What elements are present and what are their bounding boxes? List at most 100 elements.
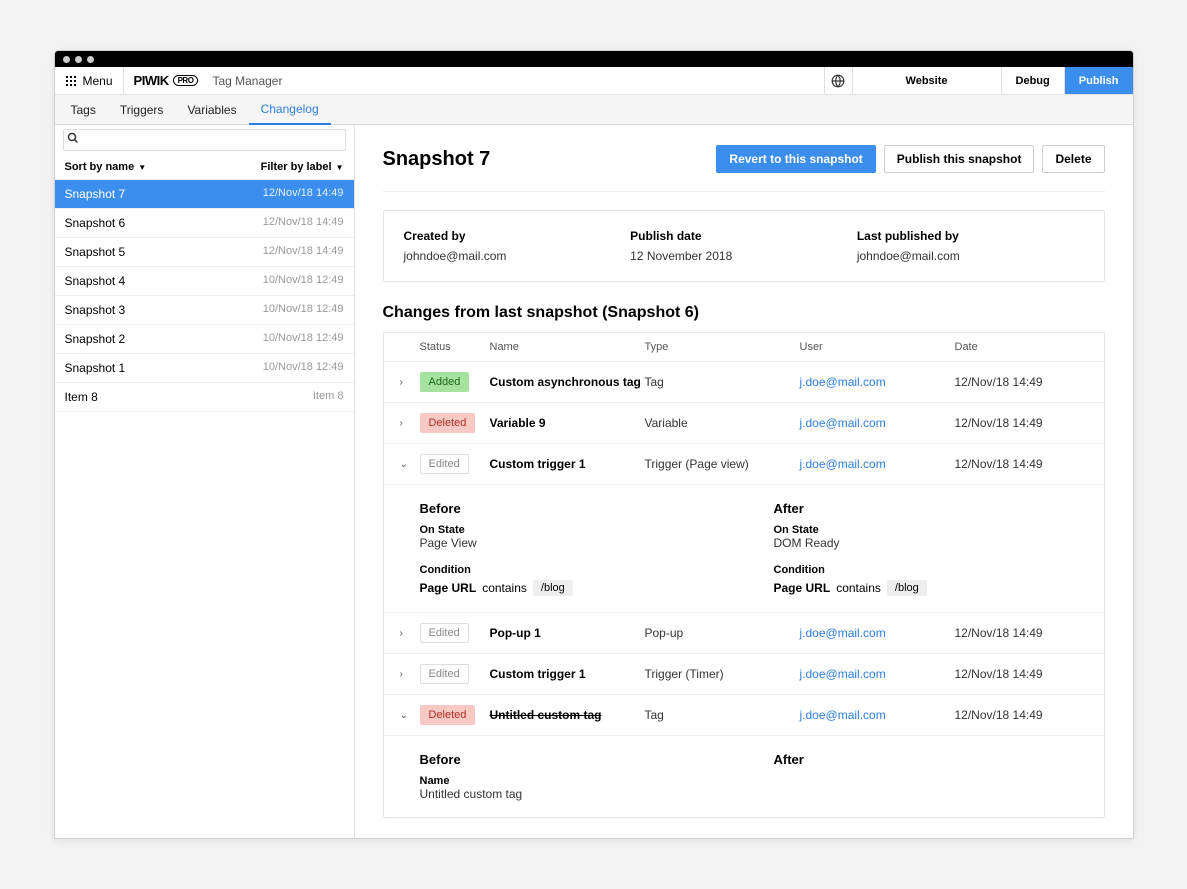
- user-link[interactable]: j.doe@mail.com: [800, 416, 886, 430]
- name-val: Untitled custom tag: [420, 787, 714, 801]
- snapshot-item[interactable]: Snapshot 612/Nov/18 14:49: [55, 209, 354, 238]
- search-input[interactable]: [63, 129, 346, 151]
- brand-main: PIWIK: [134, 73, 169, 88]
- window-min-dot[interactable]: [75, 56, 82, 63]
- menu-label: Menu: [83, 74, 113, 88]
- change-type: Variable: [645, 416, 800, 430]
- change-date: 12/Nov/18 14:49: [955, 626, 1088, 640]
- topbar: Menu PIWIK PRO Tag Manager Website Debug…: [55, 67, 1133, 95]
- window-titlebar: [55, 51, 1133, 67]
- website-label: Website: [906, 75, 948, 87]
- page-title: Snapshot 7: [383, 148, 709, 171]
- user-link[interactable]: j.doe@mail.com: [800, 667, 886, 681]
- publish-date-value: 12 November 2018: [630, 249, 857, 263]
- snapshot-item[interactable]: Snapshot 512/Nov/18 14:49: [55, 238, 354, 267]
- sort-by-name[interactable]: Sort by name▼: [65, 161, 147, 173]
- window-max-dot[interactable]: [87, 56, 94, 63]
- status-badge: Deleted: [420, 413, 476, 433]
- change-row: ⌄ Edited Custom trigger 1 Trigger (Page …: [384, 443, 1104, 484]
- expand-toggle[interactable]: ⌄: [400, 710, 420, 721]
- snapshot-item[interactable]: Snapshot 712/Nov/18 14:49: [55, 180, 354, 209]
- website-selector[interactable]: Website: [852, 67, 1002, 94]
- main-menu-button[interactable]: Menu: [55, 67, 124, 94]
- globe-icon[interactable]: [824, 67, 852, 95]
- tab-triggers[interactable]: Triggers: [108, 95, 176, 124]
- snapshot-item[interactable]: Item 8Item 8: [55, 383, 354, 412]
- meta-card: Created by johndoe@mail.com Publish date…: [383, 210, 1105, 282]
- tab-tags[interactable]: Tags: [59, 95, 108, 124]
- snapshot-list: Snapshot 712/Nov/18 14:49 Snapshot 612/N…: [55, 180, 354, 412]
- change-row: › Edited Pop-up 1 Pop-up j.doe@mail.com …: [384, 612, 1104, 653]
- snapshot-item[interactable]: Snapshot 110/Nov/18 12:49: [55, 354, 354, 383]
- changes-table-header: Status Name Type User Date: [384, 333, 1104, 361]
- page-header: Snapshot 7 Revert to this snapshot Publi…: [383, 145, 1105, 192]
- onstate-label: On State: [774, 524, 1068, 536]
- window-close-dot[interactable]: [63, 56, 70, 63]
- chevron-down-icon: ▼: [138, 163, 146, 172]
- change-detail: Before Name Untitled custom tag After: [384, 735, 1104, 817]
- before-title: Before: [420, 752, 714, 767]
- module-name: Tag Manager: [208, 74, 282, 88]
- topbar-right: Website Debug Publish: [824, 67, 1133, 94]
- change-row: › Added Custom asynchronous tag Tag j.do…: [384, 361, 1104, 402]
- filter-by-label[interactable]: Filter by label▼: [261, 161, 344, 173]
- after-title: After: [774, 501, 1068, 516]
- user-link[interactable]: j.doe@mail.com: [800, 457, 886, 471]
- publish-date-label: Publish date: [630, 229, 857, 243]
- col-status: Status: [420, 341, 490, 353]
- change-type: Tag: [645, 708, 800, 722]
- search-icon: [67, 132, 79, 144]
- condition-label: Condition: [774, 564, 1068, 576]
- change-date: 12/Nov/18 14:49: [955, 708, 1088, 722]
- sidebar: Sort by name▼ Filter by label▼ Snapshot …: [55, 125, 355, 838]
- snapshot-item[interactable]: Snapshot 410/Nov/18 12:49: [55, 267, 354, 296]
- created-by-value: johndoe@mail.com: [404, 249, 631, 263]
- brand-sub: PRO: [173, 75, 199, 86]
- change-type: Tag: [645, 375, 800, 389]
- body: Sort by name▼ Filter by label▼ Snapshot …: [55, 125, 1133, 838]
- expand-toggle[interactable]: ›: [400, 628, 420, 639]
- col-type: Type: [645, 341, 800, 353]
- after-onstate: DOM Ready: [774, 536, 1068, 550]
- snapshot-item[interactable]: Snapshot 310/Nov/18 12:49: [55, 296, 354, 325]
- tabbar: Tags Triggers Variables Changelog: [55, 95, 1133, 125]
- delete-button[interactable]: Delete: [1042, 145, 1104, 173]
- expand-toggle[interactable]: ›: [400, 418, 420, 429]
- snapshot-item[interactable]: Snapshot 210/Nov/18 12:49: [55, 325, 354, 354]
- cond-subject: Page URL: [774, 581, 831, 595]
- name-label: Name: [420, 775, 714, 787]
- user-link[interactable]: j.doe@mail.com: [800, 375, 886, 389]
- publish-top-button[interactable]: Publish: [1065, 67, 1133, 94]
- user-link[interactable]: j.doe@mail.com: [800, 708, 886, 722]
- col-name: Name: [490, 341, 645, 353]
- expand-toggle[interactable]: ›: [400, 377, 420, 388]
- main-content: Snapshot 7 Revert to this snapshot Publi…: [355, 125, 1133, 838]
- change-type: Pop-up: [645, 626, 800, 640]
- change-name: Pop-up 1: [490, 626, 645, 640]
- cond-chip: /blog: [533, 580, 573, 596]
- cond-subject: Page URL: [420, 581, 477, 595]
- change-date: 12/Nov/18 14:49: [955, 667, 1088, 681]
- change-type: Trigger (Timer): [645, 667, 800, 681]
- change-name: Variable 9: [490, 416, 645, 430]
- publish-snapshot-button[interactable]: Publish this snapshot: [884, 145, 1035, 173]
- debug-button[interactable]: Debug: [1002, 67, 1065, 94]
- user-link[interactable]: j.doe@mail.com: [800, 626, 886, 640]
- tab-changelog[interactable]: Changelog: [249, 95, 331, 125]
- changes-title: Changes from last snapshot (Snapshot 6): [383, 304, 1105, 322]
- change-row: › Edited Custom trigger 1 Trigger (Timer…: [384, 653, 1104, 694]
- revert-button[interactable]: Revert to this snapshot: [716, 145, 875, 173]
- expand-toggle[interactable]: ⌄: [400, 459, 420, 470]
- expand-toggle[interactable]: ›: [400, 669, 420, 680]
- change-date: 12/Nov/18 14:49: [955, 457, 1088, 471]
- tab-variables[interactable]: Variables: [175, 95, 248, 124]
- app-window: Menu PIWIK PRO Tag Manager Website Debug…: [54, 50, 1134, 839]
- change-name: Untitled custom tag: [490, 708, 645, 722]
- status-badge: Edited: [420, 454, 469, 474]
- change-type: Trigger (Page view): [645, 457, 800, 471]
- change-date: 12/Nov/18 14:49: [955, 416, 1088, 430]
- status-badge: Deleted: [420, 705, 476, 725]
- status-badge: Edited: [420, 664, 469, 684]
- last-published-value: johndoe@mail.com: [857, 249, 1084, 263]
- change-name: Custom trigger 1: [490, 457, 645, 471]
